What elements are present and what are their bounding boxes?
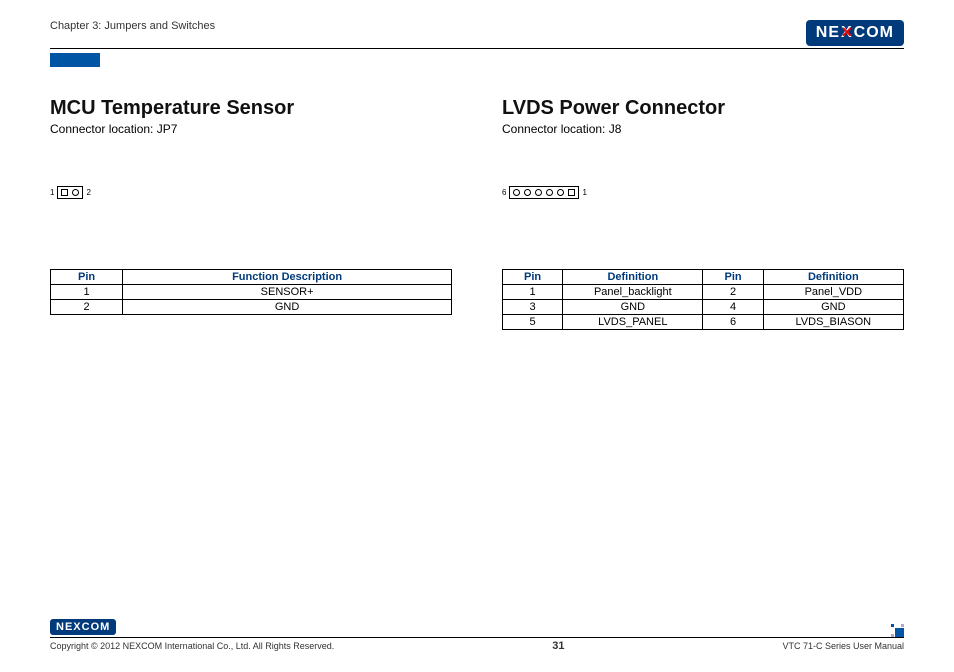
section-lvds-power-connector: LVDS Power Connector Connector location:… <box>502 97 904 330</box>
connector-location: Connector location: JP7 <box>50 122 452 136</box>
pin-label-left: 6 <box>502 188 506 197</box>
connector-diagram-j8: 6 1 <box>502 186 904 199</box>
section-title: LVDS Power Connector <box>502 97 904 120</box>
connector-diagram-jp7: 1 2 <box>50 186 452 199</box>
pin-table-jp7: Pin Function Description 1 SENSOR+ 2 GND <box>50 269 452 315</box>
col-definition: Definition <box>563 270 703 285</box>
section-title: MCU Temperature Sensor <box>50 97 452 120</box>
nexcom-logo-footer: NEXCOM <box>50 619 116 635</box>
col-definition: Definition <box>763 270 903 285</box>
pin-icon <box>546 189 553 196</box>
table-row: 2 GND <box>51 300 452 315</box>
pin-icon <box>535 189 542 196</box>
table-row: 1 Panel_backlight 2 Panel_VDD <box>503 285 904 300</box>
table-row: 1 SENSOR+ <box>51 285 452 300</box>
pin-icon <box>513 189 520 196</box>
nexcom-logo: NEXCOM <box>806 20 904 46</box>
copyright-text: Copyright © 2012 NEXCOM International Co… <box>50 641 334 651</box>
pin-label-right: 1 <box>582 188 586 197</box>
connector-location: Connector location: J8 <box>502 122 904 136</box>
pin-table-j8: Pin Definition Pin Definition 1 Panel_ba… <box>502 269 904 330</box>
pin-icon <box>557 189 564 196</box>
pin-box <box>57 186 83 199</box>
pin-icon <box>524 189 531 196</box>
pin-label-right: 2 <box>86 188 90 197</box>
page-footer: NEXCOM Copyright © 2012 NEXCOM Internati… <box>50 619 904 652</box>
section-marker <box>50 53 100 67</box>
manual-title: VTC 71-C Series User Manual <box>782 641 904 651</box>
pin-1-icon <box>568 189 575 196</box>
pin-label-left: 1 <box>50 188 54 197</box>
page-number: 31 <box>552 640 564 652</box>
section-mcu-temp-sensor: MCU Temperature Sensor Connector locatio… <box>50 97 452 330</box>
col-function: Function Description <box>123 270 452 285</box>
footer-decor-icon <box>890 623 904 637</box>
page-header: Chapter 3: Jumpers and Switches NEXCOM <box>50 20 904 49</box>
pin-2-icon <box>72 189 79 196</box>
col-pin: Pin <box>503 270 563 285</box>
pin-box <box>509 186 579 199</box>
col-pin: Pin <box>51 270 123 285</box>
pin-1-icon <box>61 189 68 196</box>
table-row: 3 GND 4 GND <box>503 300 904 315</box>
col-pin: Pin <box>703 270 763 285</box>
chapter-title: Chapter 3: Jumpers and Switches <box>50 20 215 32</box>
table-row: 5 LVDS_PANEL 6 LVDS_BIASON <box>503 315 904 330</box>
